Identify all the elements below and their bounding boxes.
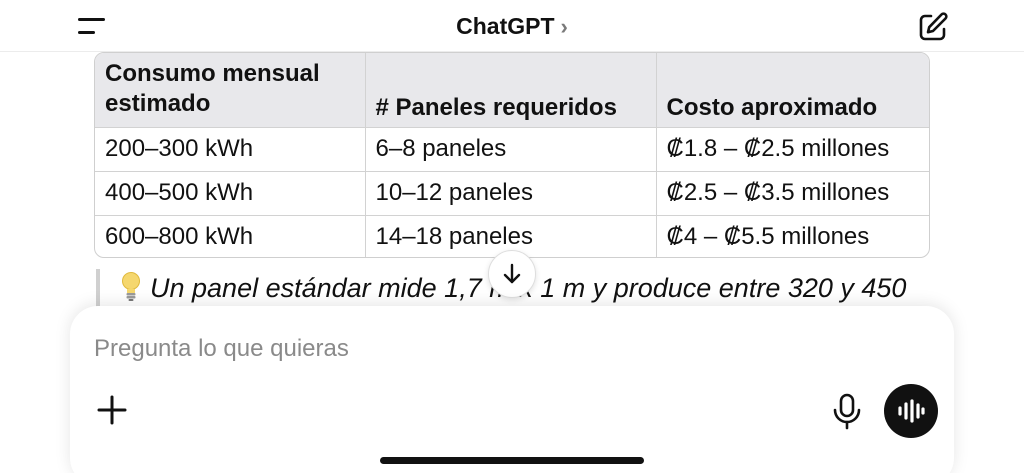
data-table: Consumo mensual estimado # Paneles reque… — [94, 52, 930, 258]
table-cell: 600–800 kWh — [95, 215, 366, 257]
column-header: Consumo mensual estimado — [95, 53, 366, 128]
table-cell: ₡2.5 – ₡3.5 millones — [656, 171, 929, 216]
message-input[interactable] — [94, 334, 814, 364]
table-cell: 6–8 paneles — [365, 127, 657, 172]
add-attachment-button[interactable] — [94, 392, 130, 428]
scroll-to-bottom-button[interactable] — [488, 250, 536, 298]
header-line: Consumo mensual — [105, 60, 320, 87]
microphone-icon — [833, 393, 861, 430]
table-header-row: Consumo mensual estimado # Paneles reque… — [95, 53, 929, 128]
new-chat-button[interactable] — [916, 10, 950, 44]
table-cell: 400–500 kWh — [95, 171, 366, 216]
table-cell: 10–12 paneles — [365, 171, 657, 216]
new-chat-icon — [919, 12, 948, 41]
home-indicator — [380, 457, 644, 464]
table-cell: ₡1.8 – ₡2.5 millones — [656, 127, 929, 172]
table-row: 200–300 kWh 6–8 paneles ₡1.8 – ₡2.5 mill… — [95, 127, 929, 172]
column-header: Costo aproximado — [656, 53, 929, 128]
table-cell: 200–300 kWh — [95, 127, 366, 172]
arrow-down-icon — [503, 263, 521, 284]
header-line: estimado — [105, 90, 211, 117]
plus-icon — [97, 395, 127, 425]
model-title[interactable]: ChatGPT › — [0, 12, 1024, 41]
app-title[interactable]: ChatGPT — [456, 13, 554, 39]
chevron-right-icon[interactable]: › — [561, 13, 568, 41]
lightbulb-icon — [122, 272, 140, 301]
voice-mode-button[interactable] — [884, 384, 938, 438]
column-header: # Paneles requeridos — [365, 53, 657, 128]
voice-mode-icon — [898, 399, 925, 423]
message-composer — [70, 306, 954, 473]
dictation-button[interactable] — [830, 392, 864, 430]
top-bar: ChatGPT › — [0, 0, 1024, 52]
table-row: 400–500 kWh 10–12 paneles ₡2.5 – ₡3.5 mi… — [95, 171, 929, 216]
table-cell: ₡4 – ₡5.5 millones — [666, 223, 870, 251]
